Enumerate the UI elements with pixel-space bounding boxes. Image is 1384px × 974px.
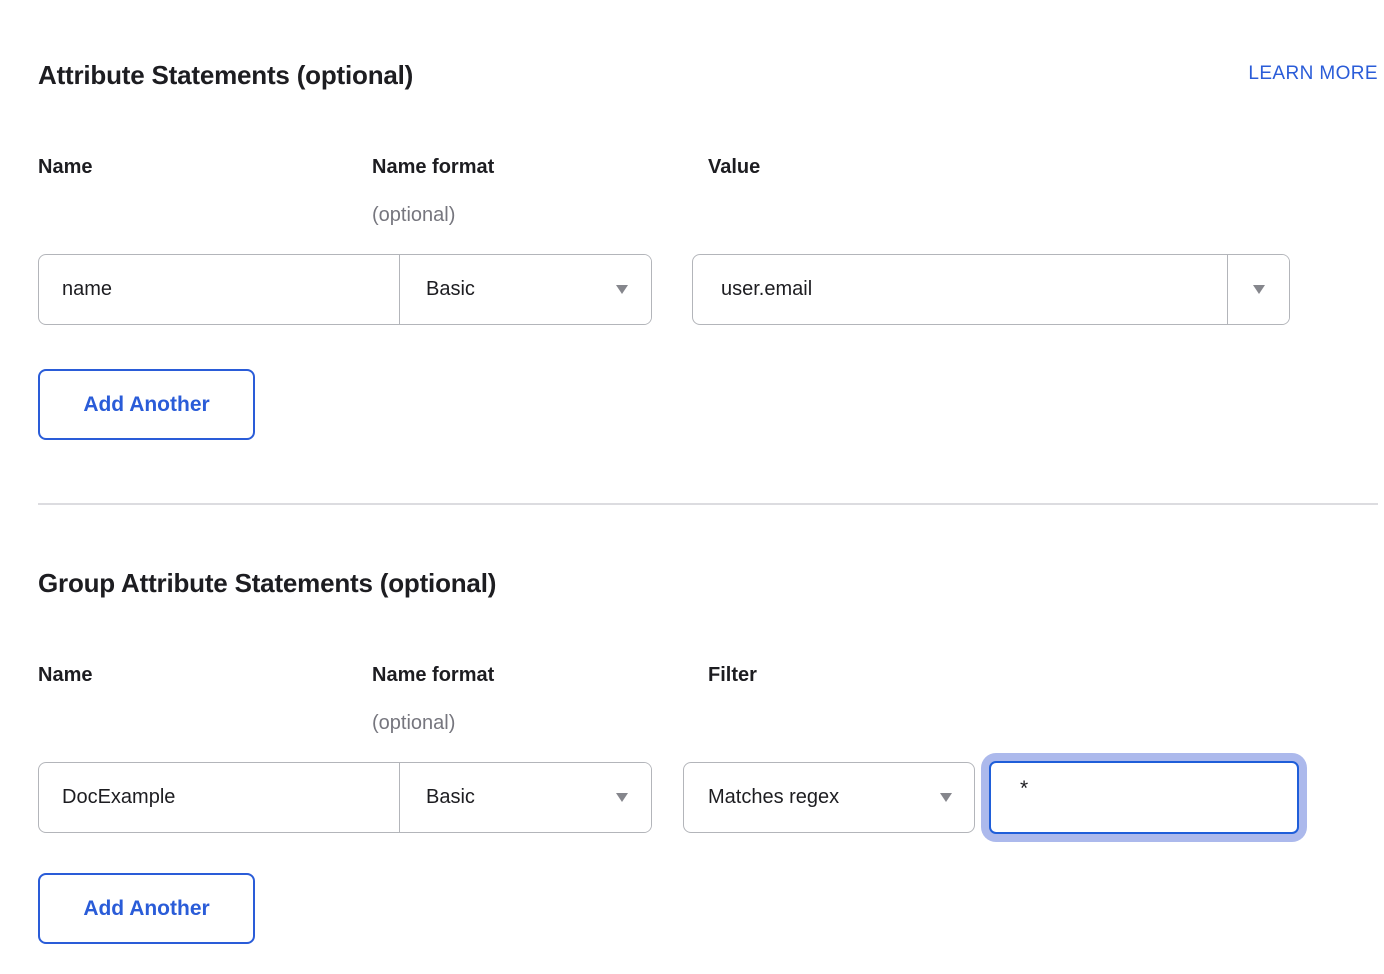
group-name-format-group: Basic xyxy=(38,762,652,833)
column-filter: Filter xyxy=(708,663,1378,762)
attribute-value-input[interactable] xyxy=(693,255,1227,324)
attribute-name-format-selected: Basic xyxy=(426,278,475,301)
add-another-group-attribute-button[interactable]: Add Another xyxy=(38,873,255,944)
chevron-down-icon xyxy=(1253,285,1265,294)
attribute-value-dropdown-button[interactable] xyxy=(1228,255,1289,324)
column-value: Value xyxy=(708,155,1378,254)
value-column-label: Value xyxy=(708,155,1378,179)
attribute-columns: Name Name format (optional) Value xyxy=(38,155,1378,254)
attribute-statements-title: Attribute Statements (optional) xyxy=(38,58,413,92)
filter-column-label: Filter xyxy=(708,663,1378,687)
attribute-name-format-select[interactable]: Basic xyxy=(400,255,651,324)
group-name-column-label: Name xyxy=(38,663,372,687)
group-name-format-optional-label: (optional) xyxy=(372,711,708,735)
column-name: Name xyxy=(38,663,372,762)
attribute-statements-header: Attribute Statements (optional) LEARN MO… xyxy=(38,58,1378,92)
chevron-down-icon xyxy=(616,285,628,294)
attribute-name-input[interactable] xyxy=(39,255,399,324)
name-format-optional-label: (optional) xyxy=(372,203,708,227)
section-divider xyxy=(38,503,1378,505)
add-another-attribute-button[interactable]: Add Another xyxy=(38,369,255,440)
group-attribute-statement-row: Basic Matches regex xyxy=(38,762,1378,833)
column-name: Name xyxy=(38,155,372,254)
chevron-down-icon xyxy=(940,793,952,802)
attribute-value-group xyxy=(692,254,1290,325)
group-name-format-column-label: Name format xyxy=(372,663,708,687)
column-name-format: Name format (optional) xyxy=(372,663,708,762)
group-attribute-statements-title: Group Attribute Statements (optional) xyxy=(38,566,1378,600)
learn-more-link[interactable]: LEARN MORE xyxy=(1248,63,1378,85)
name-format-column-label: Name format xyxy=(372,155,708,179)
group-name-format-selected: Basic xyxy=(426,786,475,809)
group-name-input[interactable] xyxy=(39,763,399,832)
filter-type-select[interactable]: Matches regex xyxy=(683,762,975,833)
column-name-format: Name format (optional) xyxy=(372,155,708,254)
filter-value-focus-ring xyxy=(989,761,1299,834)
attribute-statement-row: Basic xyxy=(38,254,1378,325)
attribute-name-format-group: Basic xyxy=(38,254,652,325)
page: Attribute Statements (optional) LEARN MO… xyxy=(0,0,1384,974)
filter-value-input[interactable] xyxy=(989,761,1299,834)
filter-type-selected: Matches regex xyxy=(708,786,839,809)
name-column-label: Name xyxy=(38,155,372,179)
group-attribute-columns: Name Name format (optional) Filter xyxy=(38,663,1378,762)
group-name-format-select[interactable]: Basic xyxy=(400,763,651,832)
chevron-down-icon xyxy=(616,793,628,802)
